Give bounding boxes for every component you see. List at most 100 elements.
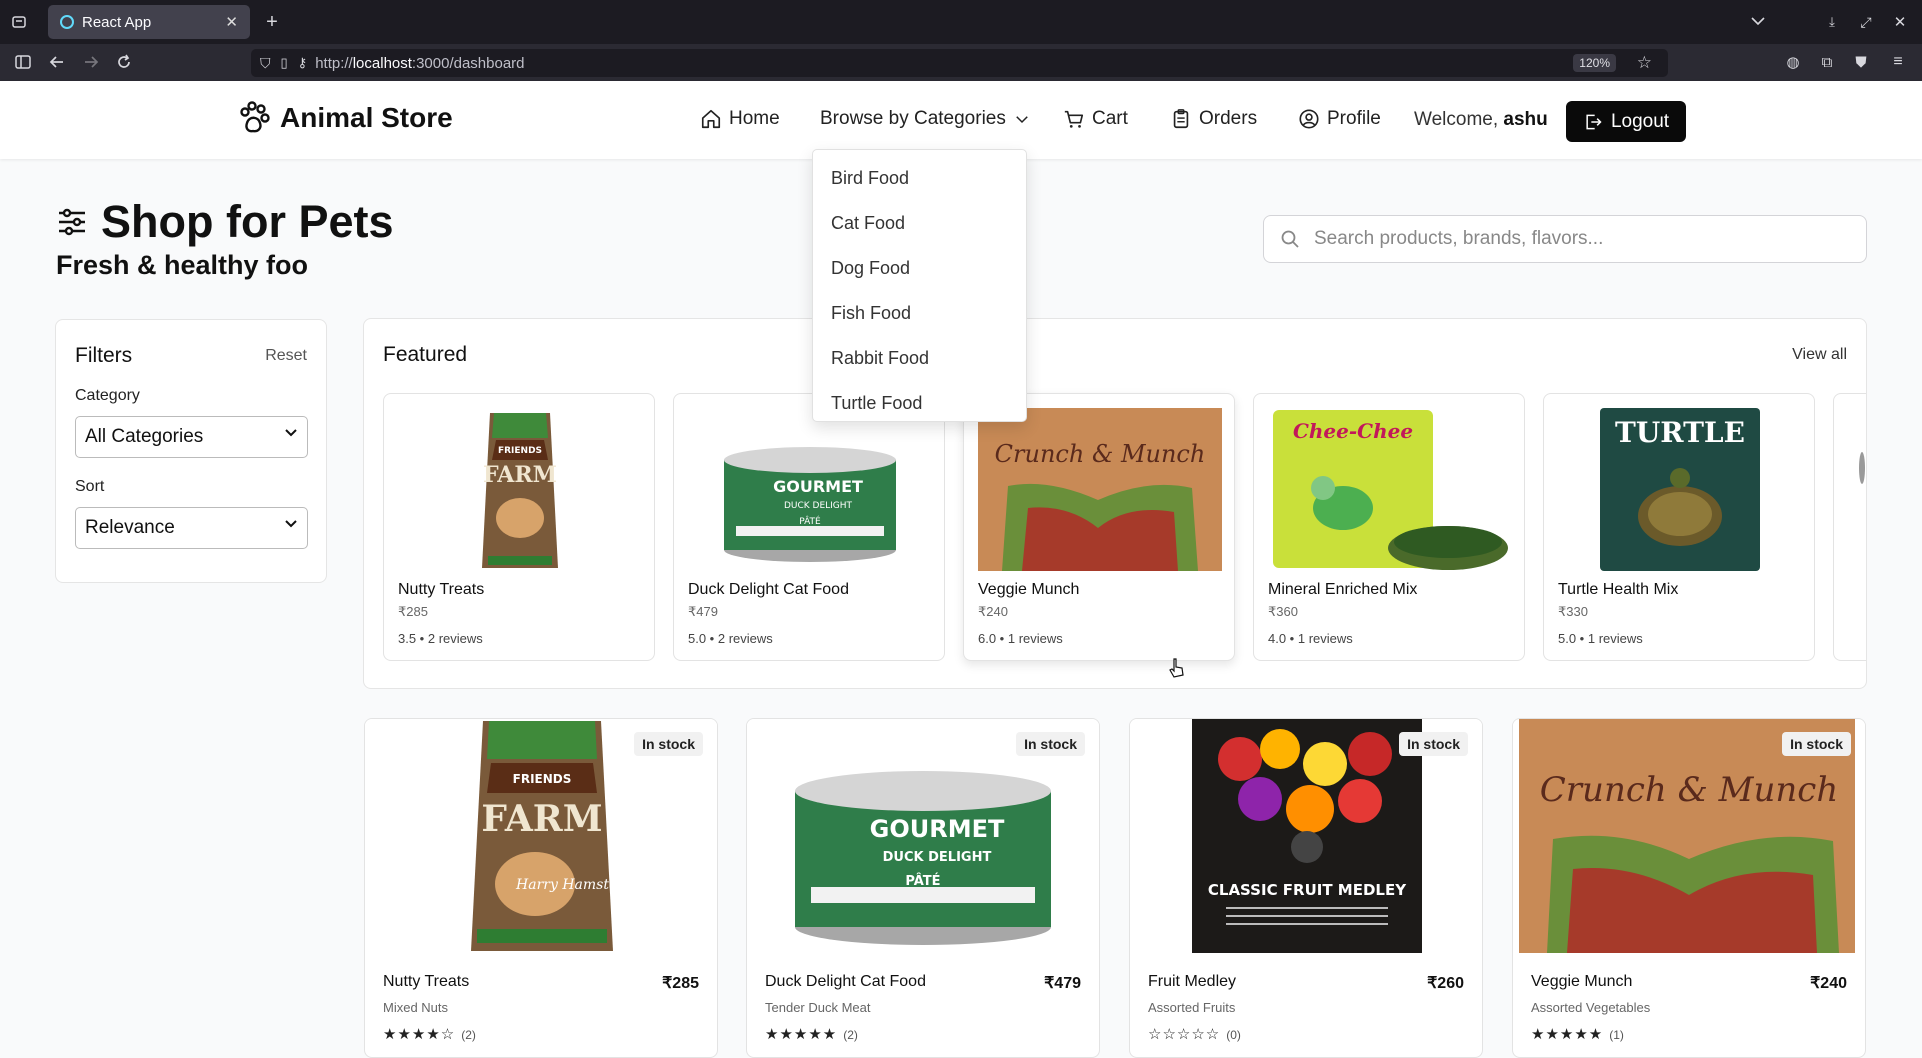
farm-word-text: FARM bbox=[483, 462, 557, 488]
farm-brand-text: FRIENDS bbox=[513, 772, 572, 786]
featured-name: Duck Delight Cat Food bbox=[688, 581, 849, 598]
product-price: ₹260 bbox=[1427, 975, 1464, 992]
browser-tab[interactable]: React App ✕ bbox=[48, 5, 250, 39]
product-card[interactable]: CLASSIC FRUIT MEDLEY In stock Fruit Medl… bbox=[1129, 718, 1483, 1058]
featured-name: Nutty Treats bbox=[398, 581, 485, 598]
featured-rating: 6.0 • 1 reviews bbox=[978, 631, 1063, 646]
category-select[interactable]: All Categories bbox=[75, 416, 308, 458]
farm-sub-text: Harry Hamster bbox=[515, 877, 625, 893]
close-tab-icon[interactable]: ✕ bbox=[225, 13, 238, 31]
featured-rating: 5.0 • 2 reviews bbox=[688, 631, 773, 646]
product-price: ₹479 bbox=[1044, 975, 1081, 992]
featured-price: ₹330 bbox=[1558, 604, 1588, 619]
dropdown-item-turtle-food[interactable]: Turtle Food bbox=[813, 381, 1026, 426]
tab-title: React App bbox=[82, 13, 152, 31]
page-title: Shop for Pets bbox=[101, 196, 394, 247]
window-close-icon[interactable]: ✕ bbox=[1890, 12, 1910, 32]
featured-card[interactable]: GOURMET DUCK DELIGHT PÂTÉ Duck Delight C… bbox=[673, 393, 945, 661]
nav-browse-categories[interactable]: Browse by Categories bbox=[820, 108, 1031, 130]
review-count: (2) bbox=[461, 1028, 476, 1042]
product-price: ₹240 bbox=[1810, 975, 1847, 992]
product-name: Nutty Treats bbox=[383, 973, 470, 990]
url-path: :3000/dashboard bbox=[411, 54, 525, 72]
gourmet-text: GOURMET bbox=[773, 477, 863, 496]
filters-panel: Filters Reset Category All Categories So… bbox=[55, 319, 327, 583]
restore-icon[interactable]: ⤢ bbox=[1856, 12, 1876, 32]
featured-card[interactable]: FRIENDS FARM Nutty Treats ₹285 3.5 • 2 r… bbox=[383, 393, 655, 661]
bookmark-star-icon[interactable]: ☆ bbox=[1637, 53, 1652, 73]
dropdown-item-fish-food[interactable]: Fish Food bbox=[813, 291, 1026, 336]
dropdown-item-bird-food[interactable]: Bird Food bbox=[813, 156, 1026, 201]
reset-filters-button[interactable]: Reset bbox=[265, 347, 307, 365]
gourmet-text: GOURMET bbox=[870, 815, 1005, 843]
shield-icon[interactable]: ⛉ bbox=[260, 55, 271, 72]
farm-brand-text: FRIENDS bbox=[498, 446, 542, 456]
back-icon[interactable] bbox=[47, 52, 67, 72]
orders-icon bbox=[1173, 109, 1189, 129]
review-count: (2) bbox=[843, 1028, 858, 1042]
turtle-text: TURTLE bbox=[1615, 416, 1745, 449]
nav-orders-label: Orders bbox=[1199, 108, 1258, 129]
stock-badge: In stock bbox=[634, 732, 703, 756]
forward-icon[interactable] bbox=[81, 52, 101, 72]
category-label: Category bbox=[75, 387, 140, 404]
duck-text: DUCK DELIGHT bbox=[883, 850, 992, 865]
stock-badge: In stock bbox=[1016, 732, 1085, 756]
featured-card[interactable]: TURTLE Turtle Health Mix ₹330 5.0 • 1 re… bbox=[1543, 393, 1815, 661]
product-image-veggie-munch: Crunch & Munch bbox=[978, 408, 1222, 571]
product-card[interactable]: GOURMET DUCK DELIGHT PÂTÉ In stock Duck … bbox=[746, 718, 1100, 1058]
featured-card[interactable]: Chee-Chee Mineral Enriched Mix ₹360 4.0 … bbox=[1253, 393, 1525, 661]
view-all-link[interactable]: View all bbox=[1792, 346, 1847, 364]
nav-categories-label: Browse by Categories bbox=[820, 108, 1006, 129]
key-icon[interactable]: ⚷ bbox=[298, 55, 308, 71]
page-icon[interactable]: ▯ bbox=[281, 55, 288, 71]
paw-icon bbox=[240, 101, 270, 133]
extensions-icon[interactable]: ⧉ bbox=[1817, 52, 1837, 72]
featured-price: ₹479 bbox=[688, 604, 718, 619]
stock-badge: In stock bbox=[1782, 732, 1851, 756]
product-card[interactable]: FRIENDS FARM Harry Hamster In stock Nutt… bbox=[364, 718, 718, 1058]
review-count: (0) bbox=[1226, 1028, 1241, 1042]
product-name: Duck Delight Cat Food bbox=[765, 973, 926, 990]
featured-card[interactable] bbox=[1833, 393, 1866, 661]
dropdown-item-dog-food[interactable]: Dog Food bbox=[813, 246, 1026, 291]
sort-select[interactable]: Relevance bbox=[75, 507, 308, 549]
tab-overflow-chevron-icon[interactable] bbox=[1748, 11, 1768, 31]
sidebar-icon[interactable] bbox=[13, 52, 33, 72]
featured-name: Mineral Enriched Mix bbox=[1268, 581, 1418, 598]
sort-label: Sort bbox=[75, 478, 105, 495]
dropdown-item-rabbit-food[interactable]: Rabbit Food bbox=[813, 336, 1026, 381]
nav-cart[interactable]: Cart bbox=[1063, 108, 1128, 130]
product-image-mineral-mix: Chee-Chee bbox=[1268, 408, 1512, 571]
featured-section: Featured View all FRIENDS FARM Nutty Tre… bbox=[363, 318, 1867, 689]
minimize-icon[interactable]: ⤓ bbox=[1822, 12, 1842, 32]
address-bar[interactable]: ⛉ ▯ ⚷ http://localhost:3000/dashboard 12… bbox=[251, 49, 1668, 77]
reload-icon[interactable] bbox=[114, 52, 134, 72]
nav-home-label: Home bbox=[729, 108, 780, 129]
logout-icon bbox=[1586, 114, 1602, 129]
shield-extension-icon[interactable]: ⛊ bbox=[1851, 52, 1871, 72]
url-prefix: http:// bbox=[315, 54, 353, 72]
new-tab-icon[interactable]: + bbox=[262, 11, 282, 33]
chevron-down-icon bbox=[285, 429, 297, 437]
menu-icon[interactable]: ≡ bbox=[1888, 52, 1908, 72]
sort-select-value: Relevance bbox=[85, 517, 175, 538]
search-input[interactable]: Search products, brands, flavors... bbox=[1263, 215, 1867, 263]
nav-profile[interactable]: Profile bbox=[1298, 108, 1381, 130]
account-icon[interactable]: ◍ bbox=[1783, 52, 1803, 72]
logout-button[interactable]: Logout bbox=[1566, 101, 1686, 142]
page-header: Shop for Pets bbox=[57, 196, 394, 248]
nav-home[interactable]: Home bbox=[700, 108, 780, 130]
product-image-duck-delight: GOURMET DUCK DELIGHT PÂTÉ bbox=[688, 408, 932, 571]
zoom-level[interactable]: 120% bbox=[1573, 54, 1616, 72]
duck-text: DUCK DELIGHT bbox=[784, 501, 853, 511]
browser-toolbar: ⛉ ▯ ⚷ http://localhost:3000/dashboard 12… bbox=[0, 44, 1922, 81]
brand-logo[interactable]: Animal Store bbox=[238, 101, 453, 135]
featured-card[interactable]: Crunch & Munch Veggie Munch ₹240 6.0 • 1… bbox=[963, 393, 1235, 661]
featured-rating: 5.0 • 1 reviews bbox=[1558, 631, 1643, 646]
dropdown-item-cat-food[interactable]: Cat Food bbox=[813, 201, 1026, 246]
tab-list-icon[interactable] bbox=[9, 12, 29, 32]
nav-orders[interactable]: Orders bbox=[1170, 108, 1257, 130]
stock-badge: In stock bbox=[1399, 732, 1468, 756]
product-card[interactable]: Crunch & Munch In stock Veggie Munch ₹24… bbox=[1512, 718, 1866, 1058]
